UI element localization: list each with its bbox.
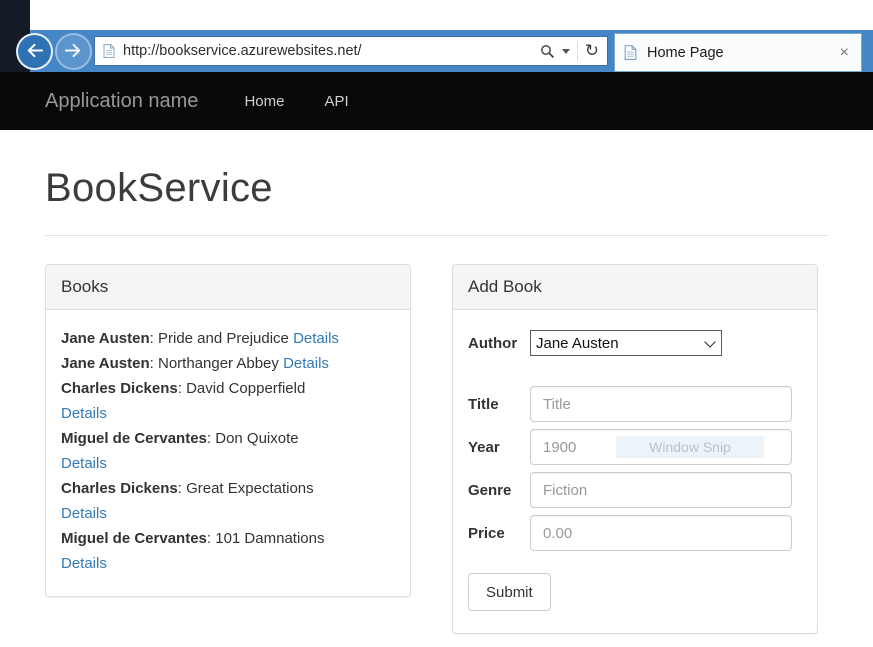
panels-row: Books Jane Austen: Pride and Prejudice D… — [45, 264, 828, 634]
title-field-row: Title — [468, 386, 802, 422]
search-icon[interactable] — [540, 44, 555, 59]
book-separator: : — [207, 430, 215, 447]
year-label: Year — [468, 439, 530, 456]
title-label: Title — [468, 396, 530, 413]
book-author: Jane Austen — [61, 355, 150, 372]
book-author: Miguel de Cervantes — [61, 430, 207, 447]
genre-label: Genre — [468, 482, 530, 499]
back-button[interactable] — [18, 35, 51, 68]
books-panel-heading: Books — [46, 265, 410, 310]
book-row: Charles Dickens: David Copperfield Detai… — [61, 376, 395, 426]
nav-link-api[interactable]: API — [324, 93, 348, 110]
author-select[interactable]: Jane Austen — [531, 331, 721, 355]
nav-link-home[interactable]: Home — [244, 93, 284, 110]
book-details-link[interactable]: Details — [61, 555, 107, 572]
author-label: Author — [468, 335, 530, 352]
submit-row: Submit — [468, 573, 802, 611]
tab-close-icon[interactable]: × — [836, 44, 853, 62]
books-panel: Books Jane Austen: Pride and Prejudice D… — [45, 264, 411, 597]
book-separator: : — [178, 380, 186, 397]
add-book-panel-heading: Add Book — [453, 265, 817, 310]
refresh-icon[interactable]: ↻ — [585, 43, 599, 60]
address-bar-actions: ↻ — [532, 37, 607, 65]
book-row: Jane Austen: Northanger Abbey Details — [61, 351, 395, 376]
year-input[interactable] — [530, 429, 792, 465]
app-navbar: Application name Home API — [0, 72, 873, 130]
search-dropdown-caret-icon[interactable] — [562, 49, 570, 54]
book-separator: : — [150, 330, 158, 347]
book-author: Charles Dickens — [61, 480, 178, 497]
book-title: David Copperfield — [186, 380, 305, 397]
browser-chrome: http://bookservice.azurewebsites.net/ ↻ … — [0, 0, 873, 72]
genre-field-row: Genre — [468, 472, 802, 508]
submit-button[interactable]: Submit — [468, 573, 551, 611]
book-author: Miguel de Cervantes — [61, 530, 207, 547]
book-author: Charles Dickens — [61, 380, 178, 397]
price-field-row: Price — [468, 515, 802, 551]
price-label: Price — [468, 525, 530, 542]
book-details-link[interactable]: Details — [61, 405, 107, 422]
tab-doc-icon — [623, 44, 638, 61]
book-title: Great Expectations — [186, 480, 314, 497]
book-title: Don Quixote — [215, 430, 298, 447]
book-row: Miguel de Cervantes: Don Quixote Details — [61, 426, 395, 476]
add-book-form: Author Jane Austen Title Year Windo — [453, 310, 817, 633]
genre-input[interactable] — [530, 472, 792, 508]
address-divider — [577, 41, 578, 61]
author-select-wrap: Jane Austen — [530, 330, 722, 356]
back-arrow-icon — [25, 41, 44, 63]
book-details-link[interactable]: Details — [61, 505, 107, 522]
author-field-row: Author Jane Austen — [468, 330, 802, 356]
book-title: Northanger Abbey — [158, 355, 279, 372]
page-doc-icon — [102, 43, 116, 59]
address-bar[interactable]: http://bookservice.azurewebsites.net/ ↻ — [94, 36, 608, 66]
year-field-row: Year Window Snip — [468, 429, 802, 465]
browser-tab[interactable]: Home Page × — [614, 33, 862, 72]
divider — [45, 235, 828, 236]
book-title: Pride and Prejudice — [158, 330, 289, 347]
page-title: BookService — [45, 166, 828, 211]
book-separator: : — [178, 480, 186, 497]
main-content: BookService Books Jane Austen: Pride and… — [0, 166, 873, 634]
books-list: Jane Austen: Pride and Prejudice Details… — [46, 310, 410, 596]
book-separator: : — [207, 530, 215, 547]
book-row: Jane Austen: Pride and Prejudice Details — [61, 326, 395, 351]
book-author: Jane Austen — [61, 330, 150, 347]
forward-arrow-icon — [64, 41, 83, 63]
book-details-link[interactable]: Details — [61, 455, 107, 472]
add-book-panel: Add Book Author Jane Austen Title — [452, 264, 818, 634]
book-row: Miguel de Cervantes: 101 Damnations Deta… — [61, 526, 395, 576]
price-input[interactable] — [530, 515, 792, 551]
url-text: http://bookservice.azurewebsites.net/ — [123, 43, 532, 59]
tab-title: Home Page — [647, 45, 836, 61]
title-input[interactable] — [530, 386, 792, 422]
forward-button[interactable] — [57, 35, 90, 68]
book-row: Charles Dickens: Great Expectations Deta… — [61, 476, 395, 526]
book-details-link[interactable]: Details — [283, 355, 329, 372]
navbar-brand[interactable]: Application name — [45, 90, 198, 113]
book-details-link[interactable]: Details — [293, 330, 339, 347]
book-separator: : — [150, 355, 158, 372]
book-title: 101 Damnations — [215, 530, 324, 547]
